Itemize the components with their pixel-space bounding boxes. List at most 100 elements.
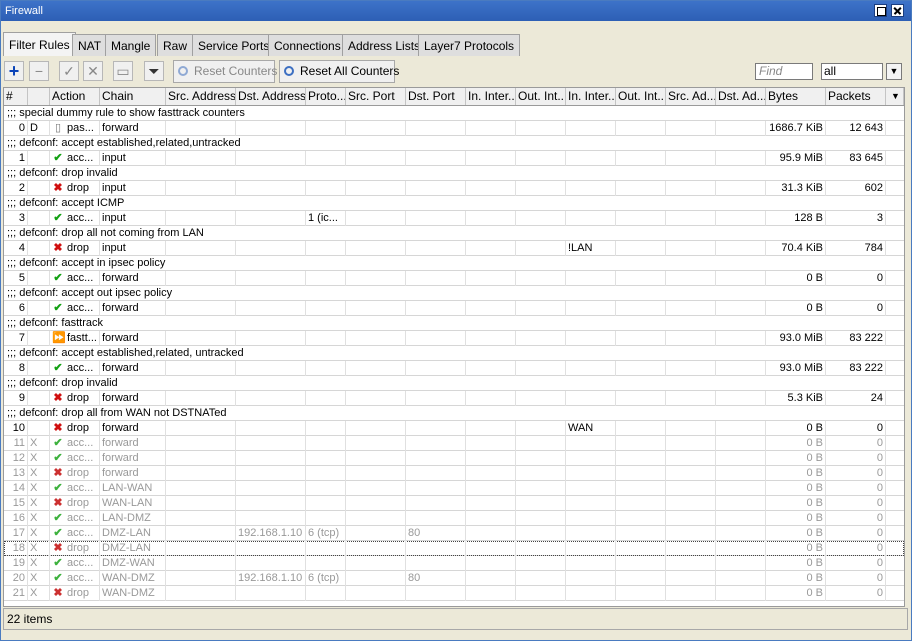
column-header[interactable]: Chain (100, 88, 166, 105)
rule-packets: 602 (826, 181, 886, 196)
column-header[interactable]: Src. Ad... (666, 88, 716, 105)
rule-flag (28, 331, 50, 346)
table-row[interactable]: 2 ✖ drop input 31.3 KiB 602 (4, 181, 904, 196)
tab-nat[interactable]: NAT (72, 34, 108, 56)
reset-all-counters-button[interactable]: Reset All Counters (279, 60, 399, 83)
table-row[interactable]: 12 X ✔ acc... forward 0 B0 (4, 451, 904, 466)
rule-src-address (166, 271, 236, 286)
table-row[interactable]: 19 X ✔ acc... DMZ-WAN 0 B0 (4, 556, 904, 571)
tab-mangle[interactable]: Mangle (105, 34, 157, 56)
rule-flag (28, 151, 50, 166)
table-row[interactable]: 1 ✔ acc... input 95.9 MiB 83 645 (4, 151, 904, 166)
rule-in-interface (466, 181, 516, 196)
rule-dst-address (236, 496, 306, 511)
tab-address-lists[interactable]: Address Lists (342, 34, 427, 56)
table-row[interactable]: 8 ✔ acc... forward 93.0 MiB 83 222 (4, 361, 904, 376)
comment-row[interactable]: ;;; defconf: drop invalid (4, 376, 904, 391)
tab-connections[interactable]: Connections (268, 34, 347, 56)
column-header[interactable]: Out. Int... (616, 88, 666, 105)
table-row[interactable]: 5 ✔ acc... forward 0 B0 (4, 271, 904, 286)
rule-dst-port (406, 241, 466, 256)
rule-number: 10 (4, 421, 28, 436)
table-row[interactable]: 9 ✖ drop forward 5.3 KiB 24 (4, 391, 904, 406)
tab-filter-rules[interactable]: Filter Rules (3, 32, 76, 56)
column-header[interactable]: # (4, 88, 28, 105)
restore-icon[interactable] (874, 4, 887, 17)
column-header[interactable]: In. Inter... (566, 88, 616, 105)
rule-dst-port (406, 451, 466, 466)
comment-row[interactable]: ;;; defconf: fasttrack (4, 316, 904, 331)
accept-icon: ✔ (53, 527, 63, 539)
table-row[interactable]: 14 X ✔ acc... LAN-WAN 0 B0 (4, 481, 904, 496)
column-header[interactable]: Action (50, 88, 100, 105)
table-row[interactable]: 13 X ✖ drop forward 0 B0 (4, 466, 904, 481)
column-header[interactable]: Packets (826, 88, 886, 105)
add-button[interactable]: + (4, 61, 24, 81)
table-row[interactable]: 6 ✔ acc... forward 0 B0 (4, 301, 904, 316)
table-row[interactable]: 17 X ✔ acc... DMZ-LAN 192.168.1.10 6 (tcp) 80 0 … (4, 526, 904, 541)
rule-protocol: 6 (tcp) (306, 571, 346, 586)
reset-counters-button[interactable]: Reset Counters (173, 60, 277, 83)
table-row[interactable]: 0 D ▯ pas... forward 1686.7 KiB 12 643 (4, 121, 904, 136)
column-header[interactable]: Src. Address (166, 88, 236, 105)
table-row[interactable]: 7 ⏩fastt... forward 93.0 MiB 83 222 (4, 331, 904, 346)
comment-row[interactable]: ;;; defconf: accept ICMP (4, 196, 904, 211)
comment-row[interactable]: ;;; defconf: drop all from WAN not DSTNA… (4, 406, 904, 421)
tab-layer7-protocols[interactable]: Layer7 Protocols (418, 34, 521, 56)
column-header[interactable]: Src. Port (346, 88, 406, 105)
rule-src-port (346, 466, 406, 481)
find-input[interactable]: Find (755, 63, 813, 80)
comment-row[interactable]: ;;; defconf: accept in ipsec policy (4, 256, 904, 271)
table-row[interactable]: 18 X ✖ drop DMZ-LAN 0 B0 (4, 541, 904, 556)
remove-button[interactable]: − (29, 61, 49, 81)
rule-flag: X (28, 451, 50, 466)
table-row[interactable]: 21 X ✖ drop WAN-DMZ 0 B0 (4, 586, 904, 601)
column-header[interactable]: Proto... (306, 88, 346, 105)
rule-in-interface (466, 121, 516, 136)
comment-row[interactable]: ;;; defconf: accept out ipsec policy (4, 286, 904, 301)
tab-service-ports[interactable]: Service Ports (192, 34, 276, 56)
column-header[interactable]: Dst. Ad... (716, 88, 766, 105)
comment-row[interactable]: ;;; defconf: accept established,related,… (4, 136, 904, 151)
column-header[interactable] (28, 88, 50, 105)
comment-row[interactable]: ;;; defconf: drop invalid (4, 166, 904, 181)
table-row[interactable]: 15 X ✖ drop WAN-LAN 0 B0 (4, 496, 904, 511)
column-header[interactable]: Dst. Port (406, 88, 466, 105)
rule-packets: 0 (826, 421, 886, 436)
column-header[interactable]: Out. Int... (516, 88, 566, 105)
comment-button[interactable]: ▭ (113, 61, 133, 81)
filter-select[interactable]: all (821, 63, 883, 80)
drop-icon: ✖ (53, 422, 63, 434)
disable-button[interactable]: ✕ (83, 61, 103, 81)
table-row[interactable]: 20 X ✔ acc... WAN-DMZ 192.168.1.10 6 (tcp) 80 0 … (4, 571, 904, 586)
rule-dst-port (406, 481, 466, 496)
table-row[interactable]: 16 X ✔ acc... LAN-DMZ 0 B0 (4, 511, 904, 526)
close-icon[interactable] (891, 4, 904, 17)
action-label: acc... (67, 437, 94, 449)
column-menu-icon[interactable]: ▼ (886, 88, 904, 105)
chevron-down-icon[interactable]: ▼ (886, 63, 902, 80)
rule-in-interface (466, 586, 516, 601)
rule-in-interface-list (566, 121, 616, 136)
rule-comment: ;;; defconf: accept established,related,… (7, 137, 241, 149)
table-row[interactable]: 4 ✖ drop input !LAN 70.4 KiB 784 (4, 241, 904, 256)
column-header[interactable]: Dst. Address (236, 88, 306, 105)
comment-row[interactable]: ;;; defconf: accept established,related,… (4, 346, 904, 361)
comment-row[interactable]: ;;; special dummy rule to show fasttrack… (4, 106, 904, 121)
table-row[interactable]: 11 X ✔ acc... forward 0 B0 (4, 436, 904, 451)
enable-button[interactable]: ✓ (59, 61, 79, 81)
rule-dst-address (236, 181, 306, 196)
rule-in-interface-list: !LAN (566, 241, 616, 256)
comment-row[interactable]: ;;; defconf: drop all not coming from LA… (4, 226, 904, 241)
title-bar[interactable]: Firewall (1, 1, 911, 21)
filter-button[interactable]: ⏷ (144, 61, 164, 81)
column-header[interactable]: In. Inter... (466, 88, 516, 105)
table-row[interactable]: 10 ✖ drop forward WAN 0 B0 (4, 421, 904, 436)
table-row[interactable]: 3 ✔ acc... input 1 (ic... 128 B3 (4, 211, 904, 226)
rule-dst-address-list (716, 541, 766, 556)
column-header[interactable]: Bytes (766, 88, 826, 105)
rule-src-port (346, 586, 406, 601)
drop-icon: ✖ (53, 467, 63, 479)
tab-raw[interactable]: Raw (157, 34, 194, 56)
rule-packets: 0 (826, 586, 886, 601)
